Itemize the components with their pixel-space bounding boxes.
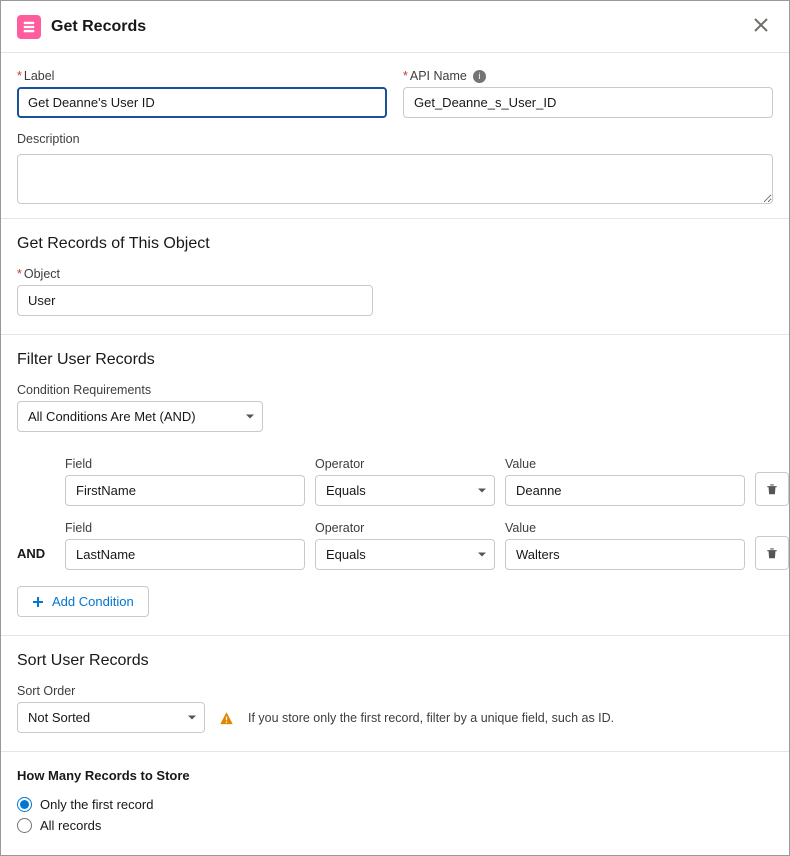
label-input[interactable] [17,87,387,118]
object-section-title: Get Records of This Object [17,235,773,253]
add-condition-label: Add Condition [52,594,134,609]
filter-section: Filter User Records Condition Requiremen… [17,335,773,635]
get-records-icon [17,15,41,39]
radio-icon [17,818,32,833]
filter-value-input[interactable] [505,475,745,506]
required-marker: * [403,69,408,83]
sort-section: Sort User Records Sort Order If you stor… [17,636,773,751]
description-textarea[interactable] [17,154,773,204]
trash-icon [765,482,779,496]
and-label: AND [17,546,55,570]
radio-icon [17,797,32,812]
radio-label: All records [40,818,101,833]
filter-rows: Field Operator Value [17,454,773,570]
store-section: How Many Records to Store Only the first… [17,752,773,855]
filter-row: AND Field Operator Value [17,518,773,570]
api-name-input[interactable] [403,87,773,118]
info-icon[interactable]: i [473,70,486,83]
field-column-label: Field [65,521,305,535]
object-input[interactable] [17,285,373,316]
close-button[interactable] [749,13,773,40]
label-text: Label [24,69,55,83]
filter-section-title: Filter User Records [17,351,773,369]
radio-all-records[interactable]: All records [17,818,773,833]
condition-requirements-select[interactable] [17,401,263,432]
radio-label: Only the first record [40,797,153,812]
required-marker: * [17,267,22,281]
trash-icon [765,546,779,560]
filter-field-input[interactable] [65,539,305,570]
object-section: Get Records of This Object * Object [17,219,773,334]
store-radio-group: Only the first record All records [17,797,773,833]
value-column-label: Value [505,521,745,535]
filter-operator-select[interactable] [315,539,495,570]
sort-order-label: Sort Order [17,684,773,698]
condition-requirements-label: Condition Requirements [17,383,773,397]
modal-body[interactable]: * Label * API Name i Description Get Rec… [1,51,789,855]
warning-icon [219,709,234,725]
object-label-text: Object [24,267,60,281]
delete-row-button[interactable] [755,536,789,570]
store-section-title: How Many Records to Store [17,768,773,783]
add-condition-button[interactable]: Add Condition [17,586,149,617]
sort-order-select[interactable] [17,702,205,733]
filter-operator-select[interactable] [315,475,495,506]
api-name-field-label: * API Name i [403,69,773,83]
operator-column-label: Operator [315,521,495,535]
modal-title: Get Records [51,18,749,36]
object-field-label: * Object [17,267,773,281]
radio-only-first[interactable]: Only the first record [17,797,773,812]
filter-field-input[interactable] [65,475,305,506]
sort-section-title: Sort User Records [17,652,773,670]
sort-warning-text: If you store only the first record, filt… [248,711,614,725]
delete-row-button[interactable] [755,472,789,506]
required-marker: * [17,69,22,83]
value-column-label: Value [505,457,745,471]
label-field-label: * Label [17,69,387,83]
modal-header: Get Records [1,1,789,53]
operator-column-label: Operator [315,457,495,471]
api-name-text: API Name [410,69,467,83]
filter-row: Field Operator Value [17,454,773,506]
plus-icon [32,596,44,608]
filter-value-input[interactable] [505,539,745,570]
field-column-label: Field [65,457,305,471]
description-label: Description [17,132,773,146]
